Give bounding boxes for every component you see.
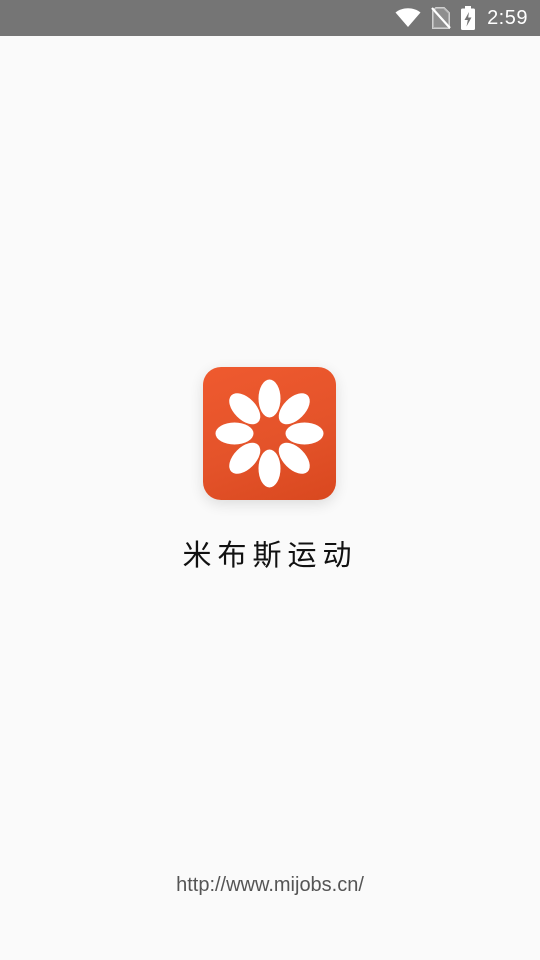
wifi-icon: [395, 8, 421, 28]
status-bar-right: 2:59: [395, 0, 528, 36]
status-bar: 2:59: [0, 0, 540, 36]
app-logo: [203, 367, 336, 500]
no-sim-icon: [431, 7, 451, 29]
status-time: 2:59: [487, 6, 528, 29]
flower-logo-icon: [215, 379, 324, 488]
app-name: 米布斯运动: [182, 538, 358, 572]
splash-screen: 2:59 米布斯运动 http://www.mijobs.cn/: [0, 0, 540, 960]
battery-charging-icon: [461, 6, 476, 30]
website-link[interactable]: http://www.mijobs.cn/: [0, 874, 540, 897]
